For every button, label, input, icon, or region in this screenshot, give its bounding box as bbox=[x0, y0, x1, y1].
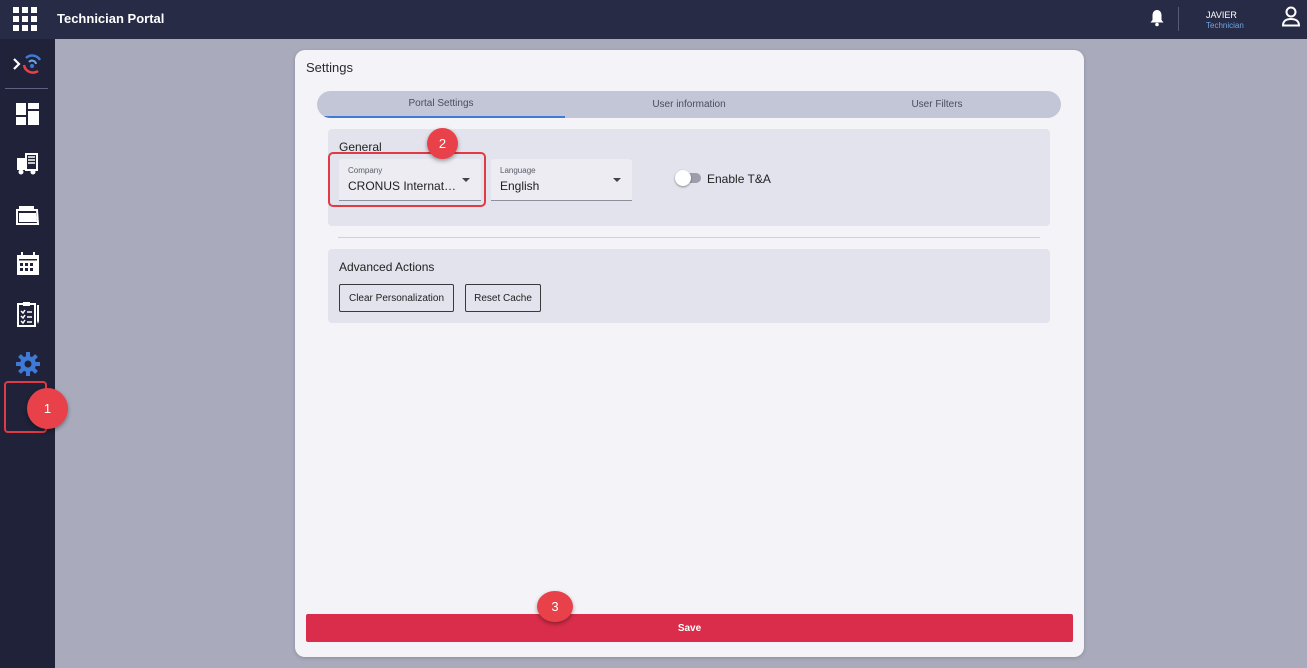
calendar-icon bbox=[16, 252, 39, 275]
sidebar bbox=[0, 39, 55, 668]
sidebar-item-delivery[interactable] bbox=[0, 141, 55, 187]
app-launcher-icon[interactable] bbox=[13, 7, 37, 31]
toggle-knob bbox=[675, 170, 691, 186]
sidebar-item-calendar[interactable] bbox=[0, 241, 55, 287]
chevron-down-icon bbox=[613, 178, 621, 182]
clear-personalization-button[interactable]: Clear Personalization bbox=[339, 284, 454, 312]
gear-icon bbox=[15, 352, 40, 376]
sidebar-item-documents[interactable] bbox=[0, 191, 55, 237]
top-bar: Technician Portal JAVIER Technician bbox=[0, 0, 1307, 39]
enable-ta-toggle[interactable] bbox=[675, 170, 701, 186]
notification-bell-icon[interactable] bbox=[1149, 9, 1165, 27]
language-label: Language bbox=[500, 166, 536, 175]
dashboard-icon bbox=[15, 103, 39, 125]
language-value: English bbox=[500, 179, 540, 193]
user-profile-icon[interactable] bbox=[1281, 6, 1301, 28]
advanced-actions-title: Advanced Actions bbox=[339, 260, 435, 274]
section-divider bbox=[338, 237, 1040, 238]
save-button[interactable]: Save bbox=[306, 614, 1073, 642]
user-role: Technician bbox=[1206, 21, 1244, 30]
chevron-right-logo-icon bbox=[12, 54, 41, 74]
step-callout-3: 3 bbox=[537, 591, 573, 622]
enable-ta-label: Enable T&A bbox=[707, 172, 771, 186]
settings-tabs: Portal Settings User information User Fi… bbox=[317, 91, 1061, 118]
tab-user-filters[interactable]: User Filters bbox=[813, 91, 1061, 118]
truck-icon bbox=[16, 153, 38, 175]
folder-icon bbox=[15, 206, 39, 225]
user-name[interactable]: JAVIER bbox=[1206, 10, 1237, 20]
settings-card: Settings Portal Settings User informatio… bbox=[295, 50, 1084, 657]
tab-user-information[interactable]: User information bbox=[565, 91, 813, 118]
sidebar-item-tasks[interactable] bbox=[0, 291, 55, 337]
sidebar-separator bbox=[5, 88, 48, 89]
company-highlight bbox=[328, 152, 486, 207]
topbar-divider bbox=[1178, 7, 1179, 31]
sidebar-item-dashboard[interactable] bbox=[0, 91, 55, 137]
clipboard-icon bbox=[16, 302, 39, 327]
page-title: Settings bbox=[306, 60, 353, 75]
step-callout-2: 2 bbox=[427, 128, 458, 159]
reset-cache-button[interactable]: Reset Cache bbox=[465, 284, 541, 312]
sidebar-expand-toggle[interactable] bbox=[0, 41, 55, 87]
app-title: Technician Portal bbox=[57, 11, 165, 26]
tab-portal-settings[interactable]: Portal Settings bbox=[317, 91, 565, 118]
step-callout-1: 1 bbox=[27, 388, 68, 429]
language-select[interactable]: Language English bbox=[491, 159, 632, 201]
